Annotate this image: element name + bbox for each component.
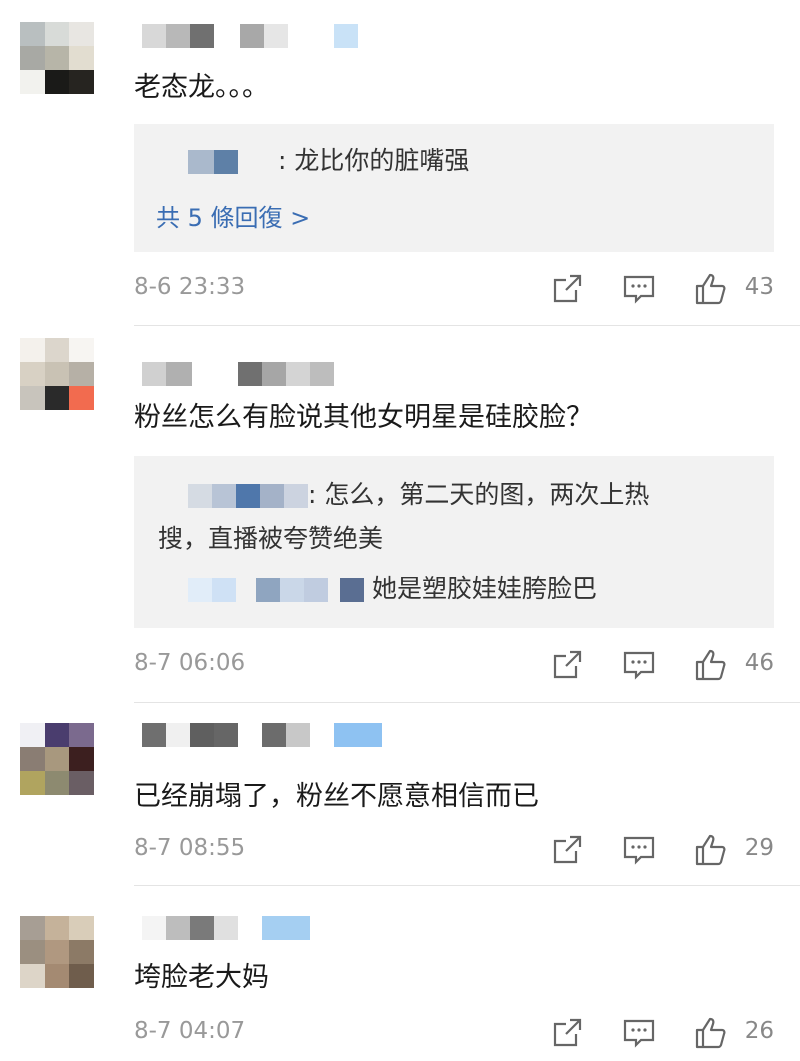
- username-blurred[interactable]: [142, 24, 358, 50]
- reply-box[interactable]: : 怎么，第二天的图，两次上热 搜，直播被夸赞绝美 她是塑胶娃娃胯脸巴: [134, 456, 774, 628]
- comment-text: 粉丝怎么有脸说其他女明星是硅胶脸？: [134, 402, 593, 433]
- comment-icon[interactable]: [622, 1016, 656, 1050]
- share-icon[interactable]: [550, 272, 584, 306]
- comment-item: 粉丝怎么有脸说其他女明星是硅胶脸？ : 怎么，第二天的图，两次上热 搜，直播被夸…: [0, 326, 800, 703]
- share-icon[interactable]: [550, 648, 584, 682]
- like-count: 29: [744, 835, 774, 861]
- reply-username-blurred: [158, 150, 188, 174]
- comment-meta: 8-7 06:06 46: [134, 646, 774, 686]
- comment-meta: 8-7 08:55 29: [134, 831, 774, 871]
- avatar[interactable]: [20, 723, 94, 795]
- like-count: 46: [744, 650, 774, 676]
- share-icon[interactable]: [550, 1016, 584, 1050]
- reply-line[interactable]: 她是塑胶娃娃胯脸巴: [158, 572, 597, 606]
- username-blurred[interactable]: [142, 723, 382, 749]
- username-blurred[interactable]: [142, 916, 310, 942]
- thumbs-up-icon[interactable]: [694, 272, 728, 306]
- comment-item: 已经崩塌了，粉丝不愿意相信而已 8-7 08:55 29: [0, 703, 800, 885]
- view-more-replies-link[interactable]: 共 5 條回復 >: [156, 198, 310, 233]
- comment-icon[interactable]: [622, 833, 656, 867]
- username-blurred[interactable]: [142, 362, 334, 388]
- comment-meta: 8-7 04:07 26: [134, 1014, 774, 1054]
- comment-icon[interactable]: [622, 272, 656, 306]
- avatar[interactable]: [20, 916, 94, 988]
- comment-text: 已经崩塌了，粉丝不愿意相信而已: [134, 781, 539, 812]
- comment-item: 老态龙。。。 : 龙比你的脏嘴强 共 5 條回復 > 8-6 23:33 43: [0, 0, 800, 325]
- timestamp: 8-7 06:06: [134, 650, 246, 676]
- reply-line[interactable]: : 龙比你的脏嘴强: [158, 144, 469, 178]
- comment-text: 老态龙。。。: [134, 72, 269, 103]
- timestamp: 8-7 08:55: [134, 835, 246, 861]
- thumbs-up-icon[interactable]: [694, 648, 728, 682]
- comment-item: 垮脸老大妈 8-7 04:07 26: [0, 886, 800, 1061]
- reply-text: 她是塑胶娃娃胯脸巴: [372, 574, 598, 603]
- reply-text: : 龙比你的脏嘴强: [278, 146, 470, 175]
- thumbs-up-icon[interactable]: [694, 1016, 728, 1050]
- timestamp: 8-7 04:07: [134, 1018, 246, 1044]
- comment-text: 垮脸老大妈: [134, 962, 269, 993]
- comment-meta: 8-6 23:33 43: [134, 270, 774, 310]
- avatar[interactable]: [20, 338, 94, 410]
- timestamp: 8-6 23:33: [134, 274, 246, 300]
- like-count: 26: [744, 1018, 774, 1044]
- share-icon[interactable]: [550, 833, 584, 867]
- reply-line-continued: 搜，直播被夸赞绝美: [158, 524, 384, 553]
- reply-text: : 怎么，第二天的图，两次上热: [308, 480, 650, 509]
- reply-line[interactable]: : 怎么，第二天的图，两次上热: [158, 478, 649, 512]
- thumbs-up-icon[interactable]: [694, 833, 728, 867]
- reply-box[interactable]: : 龙比你的脏嘴强 共 5 條回復 >: [134, 124, 774, 252]
- avatar[interactable]: [20, 22, 94, 94]
- like-count: 43: [744, 274, 774, 300]
- comment-icon[interactable]: [622, 648, 656, 682]
